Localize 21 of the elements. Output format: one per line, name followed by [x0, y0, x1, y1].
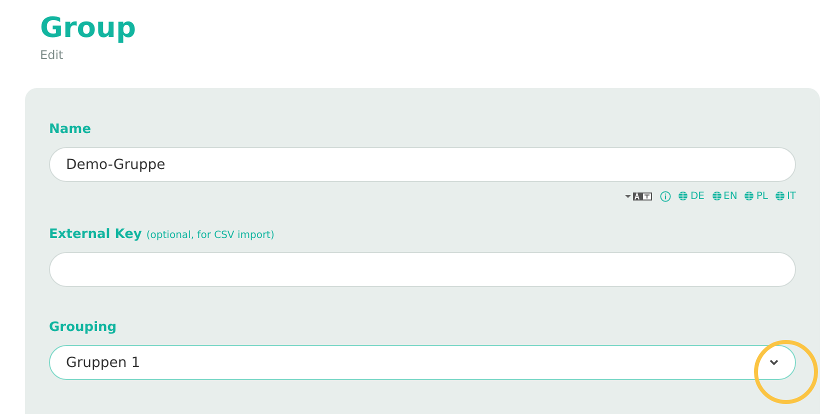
field-label: Grouping	[49, 320, 117, 335]
info-icon[interactable]	[660, 190, 672, 202]
field-hint: (optional, for CSV import)	[146, 230, 274, 241]
globe-icon	[774, 191, 785, 201]
language-link[interactable]: IT	[786, 190, 796, 202]
translate-icon[interactable]	[625, 192, 654, 200]
text-field[interactable]: Demo-Gruppe	[49, 147, 796, 182]
globe-icon	[678, 191, 688, 201]
chevron-down-icon	[769, 359, 779, 366]
page-title: Group	[40, 10, 136, 46]
field-label: Name	[49, 122, 92, 137]
language-link[interactable]: PL	[756, 190, 768, 202]
page-subtitle: Edit	[40, 48, 64, 62]
highlight-ring	[752, 338, 820, 406]
field-label: External Key	[49, 227, 142, 242]
globe-icon	[744, 191, 754, 201]
select-field[interactable]: Gruppen 1	[49, 345, 796, 380]
language-link[interactable]: DE	[690, 190, 705, 202]
globe-icon	[712, 191, 722, 201]
language-link[interactable]: EN	[724, 190, 738, 202]
text-field[interactable]	[49, 252, 796, 287]
